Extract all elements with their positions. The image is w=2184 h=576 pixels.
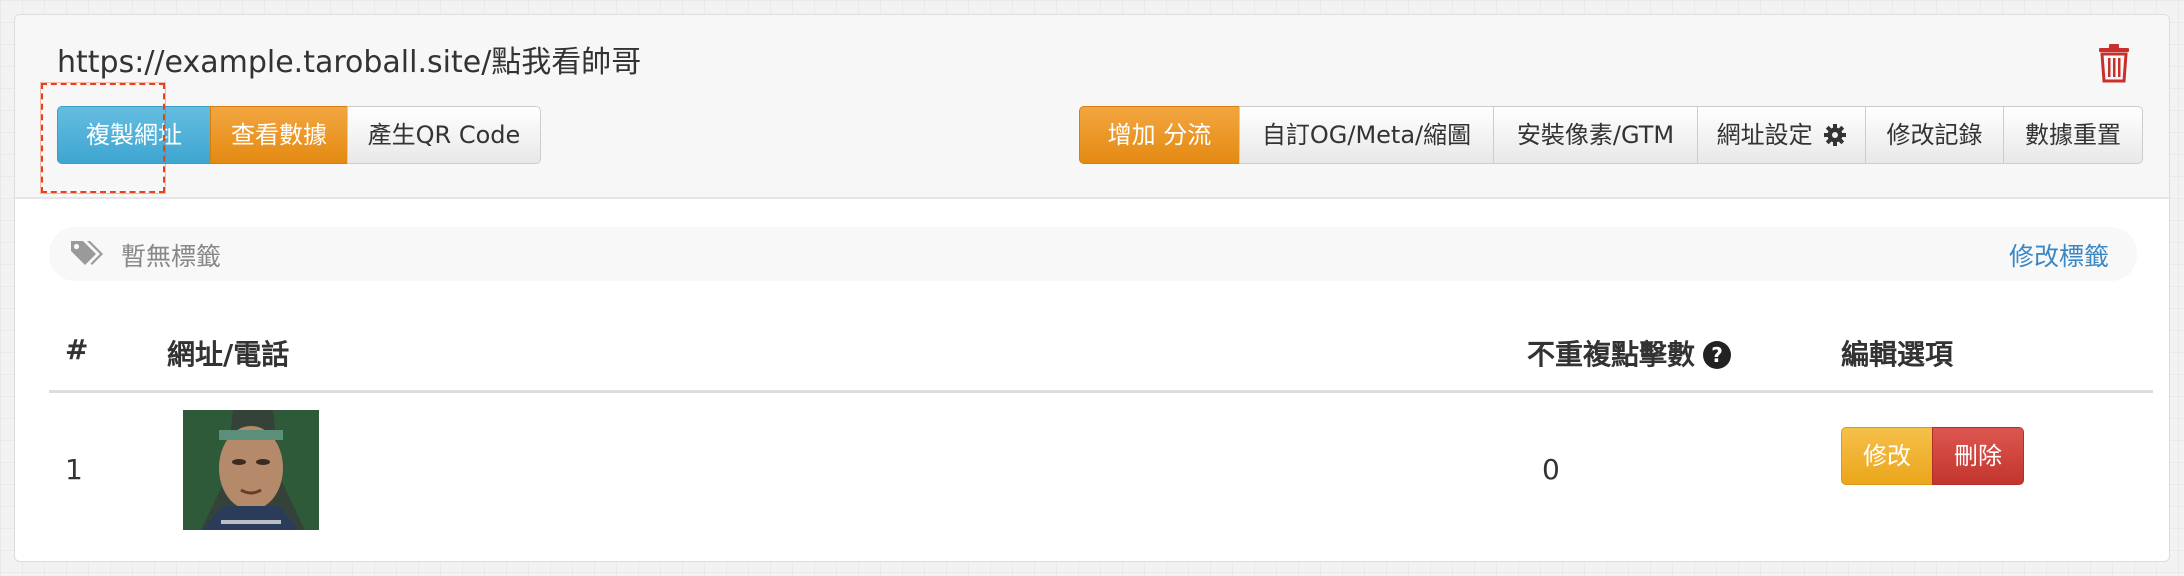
qr-code-button[interactable]: 產生QR Code bbox=[347, 106, 541, 164]
edit-tags-link[interactable]: 修改標籤 bbox=[2009, 237, 2109, 273]
unique-clicks-value: 0 bbox=[1542, 453, 1560, 486]
delete-row-button[interactable]: 刪除 bbox=[1932, 427, 2024, 485]
tag-bar: 暫無標籤 修改標籤 bbox=[49, 227, 2137, 281]
add-split-button[interactable]: 增加 分流 bbox=[1079, 106, 1240, 164]
column-header-clicks: 不重複點擊數? bbox=[1527, 333, 1732, 373]
tags-icon bbox=[69, 239, 103, 269]
reset-stats-button[interactable]: 數據重置 bbox=[2003, 106, 2143, 164]
custom-og-button[interactable]: 自訂OG/Meta/縮圖 bbox=[1239, 106, 1494, 164]
column-header-actions: 編輯選項 bbox=[1841, 338, 1954, 371]
edit-row-button[interactable]: 修改 bbox=[1841, 427, 1933, 485]
short-url-text: https://example.taroball.site/點我看帥哥 bbox=[57, 45, 642, 80]
install-pixel-button[interactable]: 安裝像素/GTM bbox=[1493, 106, 1698, 164]
row-index: 1 bbox=[65, 453, 83, 486]
table-header-divider bbox=[49, 390, 2153, 393]
trash-icon[interactable] bbox=[2097, 43, 2131, 83]
column-header-clicks-label: 不重複點擊數 bbox=[1527, 338, 1696, 371]
copy-url-button[interactable]: 複製網址 bbox=[57, 106, 211, 164]
edit-history-button[interactable]: 修改記錄 bbox=[1865, 106, 2004, 164]
card-header: https://example.taroball.site/點我看帥哥 複製網址… bbox=[15, 15, 2169, 199]
column-header-index: # bbox=[65, 333, 89, 366]
link-card: https://example.taroball.site/點我看帥哥 複製網址… bbox=[14, 14, 2170, 562]
help-icon[interactable]: ? bbox=[1703, 341, 1732, 369]
column-header-url: 網址/電話 bbox=[167, 338, 290, 371]
no-tags-text: 暫無標籤 bbox=[121, 242, 222, 271]
url-thumbnail bbox=[183, 410, 319, 530]
url-settings-button[interactable]: 網址設定 bbox=[1697, 106, 1866, 164]
gear-icon bbox=[1824, 110, 1847, 166]
view-stats-button[interactable]: 查看數據 bbox=[210, 106, 348, 164]
url-settings-label: 網址設定 bbox=[1716, 121, 1813, 149]
